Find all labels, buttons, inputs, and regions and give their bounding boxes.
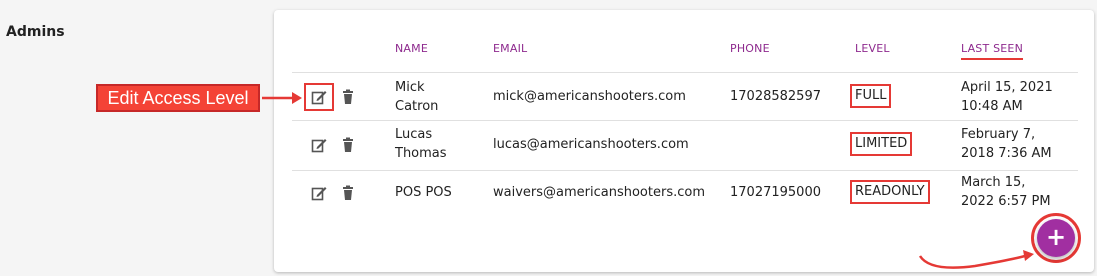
trash-icon[interactable] — [339, 184, 357, 202]
header-name[interactable]: NAME — [395, 42, 428, 55]
admin-email: waivers@americanshooters.com — [493, 185, 705, 200]
edit-highlight-box — [304, 83, 334, 111]
last-seen: April 15, 2021 10:48 AM — [961, 78, 1053, 116]
admin-email: lucas@americanshooters.com — [493, 137, 689, 152]
add-admin-button[interactable]: + — [1037, 219, 1075, 257]
admin-email: mick@americanshooters.com — [493, 89, 686, 104]
section-title: Admins — [6, 24, 65, 40]
admin-last-name: Thomas — [395, 146, 447, 161]
last-seen-date: February 7, — [961, 127, 1036, 142]
last-seen-date: March 15, — [961, 175, 1026, 190]
row-divider — [292, 120, 1078, 121]
trash-icon[interactable] — [339, 136, 357, 154]
admin-name: Lucas Thomas — [395, 125, 447, 163]
last-seen: February 7, 2018 7:36 AM — [961, 125, 1052, 163]
row-divider — [292, 72, 1078, 73]
access-level-badge: READONLY — [850, 180, 930, 204]
header-email[interactable]: EMAIL — [493, 42, 527, 55]
header-last-seen[interactable]: LAST SEEN — [961, 42, 1023, 55]
trash-icon[interactable] — [339, 88, 357, 106]
row-divider — [292, 170, 1078, 171]
admin-first-name: Lucas — [395, 127, 433, 142]
admin-first-name: POS POS — [395, 185, 452, 200]
header-level[interactable]: LEVEL — [855, 42, 890, 55]
edit-icon[interactable] — [310, 136, 328, 154]
last-seen-time: 2018 7:36 AM — [961, 146, 1052, 161]
last-seen: March 15, 2022 6:57 PM — [961, 173, 1051, 211]
admin-name: Mick Catron — [395, 78, 438, 116]
admin-name: POS POS — [395, 183, 452, 202]
last-seen-date: April 15, 2021 — [961, 80, 1053, 95]
admin-phone: 17027195000 — [730, 185, 821, 200]
admin-phone: 17028582597 — [730, 89, 821, 104]
last-seen-time: 2022 6:57 PM — [961, 194, 1051, 209]
access-level-badge: LIMITED — [850, 132, 913, 156]
plus-icon: + — [1045, 223, 1067, 251]
access-level-badge: FULL — [850, 84, 892, 108]
admin-first-name: Mick — [395, 80, 425, 95]
last-seen-time: 10:48 AM — [961, 99, 1023, 114]
edit-icon[interactable] — [310, 184, 328, 202]
admin-last-name: Catron — [395, 99, 439, 114]
header-phone[interactable]: PHONE — [730, 42, 770, 55]
edit-access-level-callout: Edit Access Level — [96, 84, 260, 112]
